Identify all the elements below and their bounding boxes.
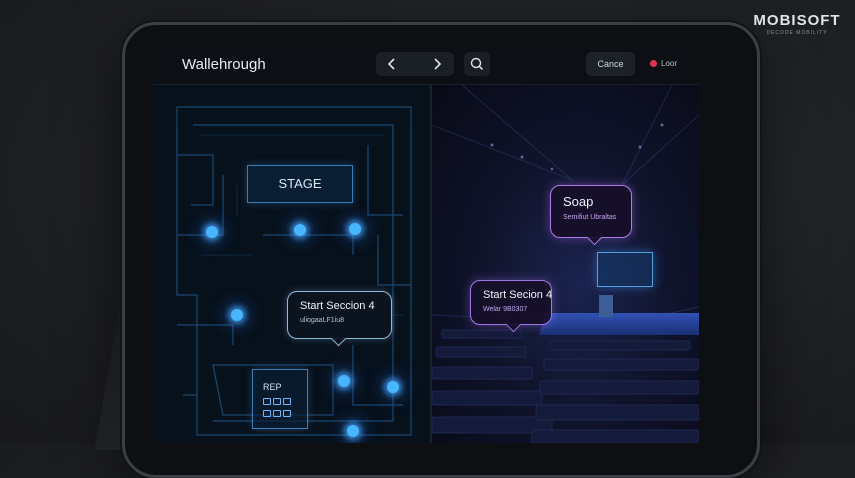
app-screen: Wallehrough Cance Loor STAGE Start Secci… [153,44,699,443]
brand-tagline: DECODE MOBILITY [766,30,828,36]
rep-zone[interactable]: REP [252,369,308,429]
next-button[interactable] [424,54,450,74]
nav-group [376,52,454,76]
map-hotspot[interactable] [294,224,306,236]
chevron-right-icon [434,58,442,70]
seat-icon [273,398,281,405]
chevron-left-icon [387,58,395,70]
brand-name: MOBISOFT [753,12,841,29]
callout-subtitle: uliogaaLF1iu8 [300,317,344,324]
status-label: Loor [661,59,678,68]
seat-icon [283,410,291,417]
floor-plan-map[interactable]: STAGE Start Seccion 4 uliogaaLF1iu8 REP [153,85,430,443]
seat-icon [263,410,271,417]
top-bar: Wallehrough Cance Loor [153,44,699,85]
prev-button[interactable] [379,54,405,74]
callout-subtitle: Semifiut Ubraltas [563,214,617,221]
seat-icon [273,410,281,417]
search-button[interactable] [464,52,490,76]
record-dot-icon [650,60,657,67]
cancel-button[interactable]: Cance [586,52,635,76]
search-icon [470,57,484,71]
map-hotspot[interactable] [349,223,361,235]
page-title: Wallehrough [182,56,266,73]
map-hotspot[interactable] [347,425,359,437]
rep-label: REP [263,382,282,392]
brand-logo: MOBISOFT DECODE MOBILITY [752,12,842,36]
callout-title: Soap [563,194,594,209]
map-section-callout[interactable]: Start Seccion 4 uliogaaLF1iu8 [287,291,392,347]
stage-platform [539,313,699,335]
podium [599,295,613,317]
seat-icon [263,398,271,405]
status-toggle[interactable]: Loor [650,52,677,76]
map-hotspot[interactable] [338,375,350,387]
callout-subtitle: Welar 9B0307 [483,306,528,313]
callout-title: Start Seccion 4 [300,300,375,312]
map-hotspot[interactable] [387,381,399,393]
callout-title: Start Secion 4 [483,289,553,301]
stage-zone[interactable]: STAGE [247,165,353,203]
map-hotspot[interactable] [231,309,243,321]
seat-icon [283,398,291,405]
venue-3d-view[interactable]: Soap Semifiut Ubraltas Start Secion 4 We… [432,85,699,443]
projection-screen[interactable] [597,252,653,287]
venue-callout-top[interactable]: Soap Semifiut Ubraltas [550,185,632,246]
venue-callout-left[interactable]: Start Secion 4 Welar 9B0307 [470,280,553,333]
map-hotspot[interactable] [206,226,218,238]
venue-room [432,85,699,443]
